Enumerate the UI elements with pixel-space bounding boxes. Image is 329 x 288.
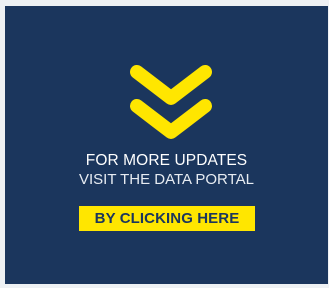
data-portal-link-button[interactable]: BY CLICKING HERE <box>79 206 255 231</box>
double-chevron-down-icon <box>130 65 212 139</box>
promo-subheading: VISIT THE DATA PORTAL <box>78 171 255 188</box>
promo-heading: FOR MORE UPDATES <box>85 152 248 169</box>
page-frame: FOR MORE UPDATES VISIT THE DATA PORTAL B… <box>0 0 329 288</box>
promo-panel: FOR MORE UPDATES VISIT THE DATA PORTAL B… <box>5 6 328 284</box>
